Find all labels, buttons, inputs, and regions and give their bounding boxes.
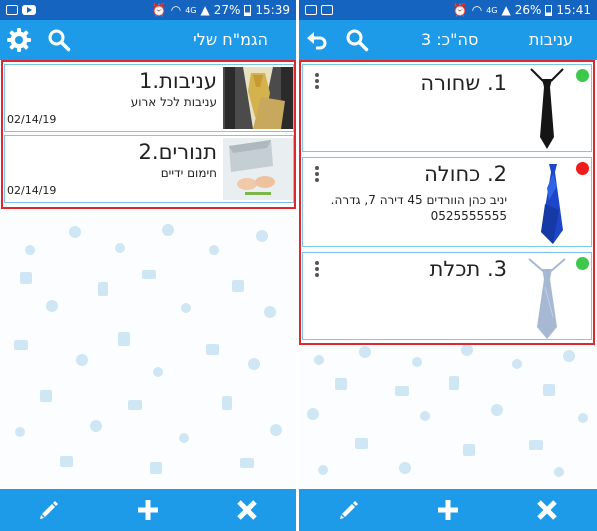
app-bar: הגמ"ח שלי xyxy=(0,20,296,60)
item-date: 02/14/19 xyxy=(7,113,57,126)
status-dot xyxy=(576,162,589,175)
status-dot xyxy=(576,69,589,82)
clock: 15:39 xyxy=(255,3,290,17)
more-options-icon[interactable] xyxy=(314,71,320,91)
item-title: 3. תכלת xyxy=(429,257,507,281)
plus-icon[interactable] xyxy=(428,490,468,530)
list-item[interactable]: 2. כחולה יניב כהן הוורדים 45 דירה 7, גדר… xyxy=(302,157,592,247)
item-subtitle: עניבות לכל ארוע xyxy=(130,95,217,109)
settings-icon[interactable] xyxy=(6,27,32,53)
battery-icon xyxy=(545,4,553,16)
left-screen: ⏰ ◠ 4G ▲ 27% 15:39 הגמ"ח שלי 1.עניבות ענ… xyxy=(0,0,296,531)
back-icon[interactable] xyxy=(305,28,329,52)
bottom-toolbar xyxy=(299,489,597,531)
item-title: 2.תנורים xyxy=(138,140,217,164)
network-label: 4G xyxy=(486,5,498,15)
battery-level: 26% xyxy=(514,3,542,17)
battery-icon xyxy=(244,4,252,16)
wifi-icon: ◠ xyxy=(471,3,483,17)
battery-level: 27% xyxy=(213,3,241,17)
alarm-icon: ⏰ xyxy=(151,3,167,17)
item-subtitle: חימום ידיים xyxy=(160,166,217,180)
gallery-icon xyxy=(305,5,317,15)
item-count: סה"כ: 3 xyxy=(421,30,479,49)
search-icon[interactable] xyxy=(47,28,71,52)
pencil-icon[interactable] xyxy=(329,490,369,530)
wifi-icon: ◠ xyxy=(170,3,182,17)
signal-icon: ▲ xyxy=(501,3,511,17)
page-title: עניבות xyxy=(528,30,573,49)
item-title: 2. כחולה xyxy=(424,162,507,186)
screenshot-pair: ⏰ ◠ 4G ▲ 27% 15:39 הגמ"ח שלי 1.עניבות ענ… xyxy=(0,0,597,531)
signal-icon: ▲ xyxy=(200,3,210,17)
bottom-toolbar xyxy=(0,489,296,531)
youtube-icon xyxy=(22,5,36,15)
right-screen: ⏰ ◠ 4G ▲ 26% 15:41 סה"כ: 3 עניבות 1. שחו… xyxy=(299,0,597,531)
tie-image xyxy=(531,160,571,246)
search-icon[interactable] xyxy=(345,28,369,52)
item-title: 1.עניבות xyxy=(139,69,217,93)
item-note: יניב כהן הוורדים 45 דירה 7, גדרה. 052555… xyxy=(330,193,507,223)
close-icon[interactable] xyxy=(527,490,567,530)
heater-product-image xyxy=(223,138,293,200)
tie-image xyxy=(527,67,567,151)
list-item[interactable]: 1.עניבות עניבות לכל ארוע 02/14/19 xyxy=(4,64,294,132)
gallery-icon xyxy=(6,5,18,15)
app-bar: סה"כ: 3 עניבות xyxy=(299,20,597,60)
network-label: 4G xyxy=(185,5,197,15)
more-options-icon[interactable] xyxy=(314,259,320,279)
status-bar: ⏰ ◠ 4G ▲ 27% 15:39 xyxy=(0,0,296,20)
item-date: 02/14/19 xyxy=(7,184,57,197)
tie-image xyxy=(525,257,569,339)
tie-product-image xyxy=(223,67,293,129)
pencil-icon[interactable] xyxy=(29,490,69,530)
page-title: הגמ"ח שלי xyxy=(193,30,268,49)
status-bar: ⏰ ◠ 4G ▲ 26% 15:41 xyxy=(299,0,597,20)
list-item[interactable]: 3. תכלת xyxy=(302,252,592,340)
alarm-icon: ⏰ xyxy=(452,3,468,17)
clock: 15:41 xyxy=(556,3,591,17)
item-title: 1. שחורה xyxy=(420,71,507,95)
status-dot xyxy=(576,257,589,270)
plus-icon[interactable] xyxy=(128,490,168,530)
close-icon[interactable] xyxy=(227,490,267,530)
image-icon xyxy=(321,5,333,15)
more-options-icon[interactable] xyxy=(314,164,320,184)
list-item[interactable]: 1. שחורה xyxy=(302,64,592,152)
list-item[interactable]: 2.תנורים חימום ידיים 02/14/19 xyxy=(4,135,294,203)
